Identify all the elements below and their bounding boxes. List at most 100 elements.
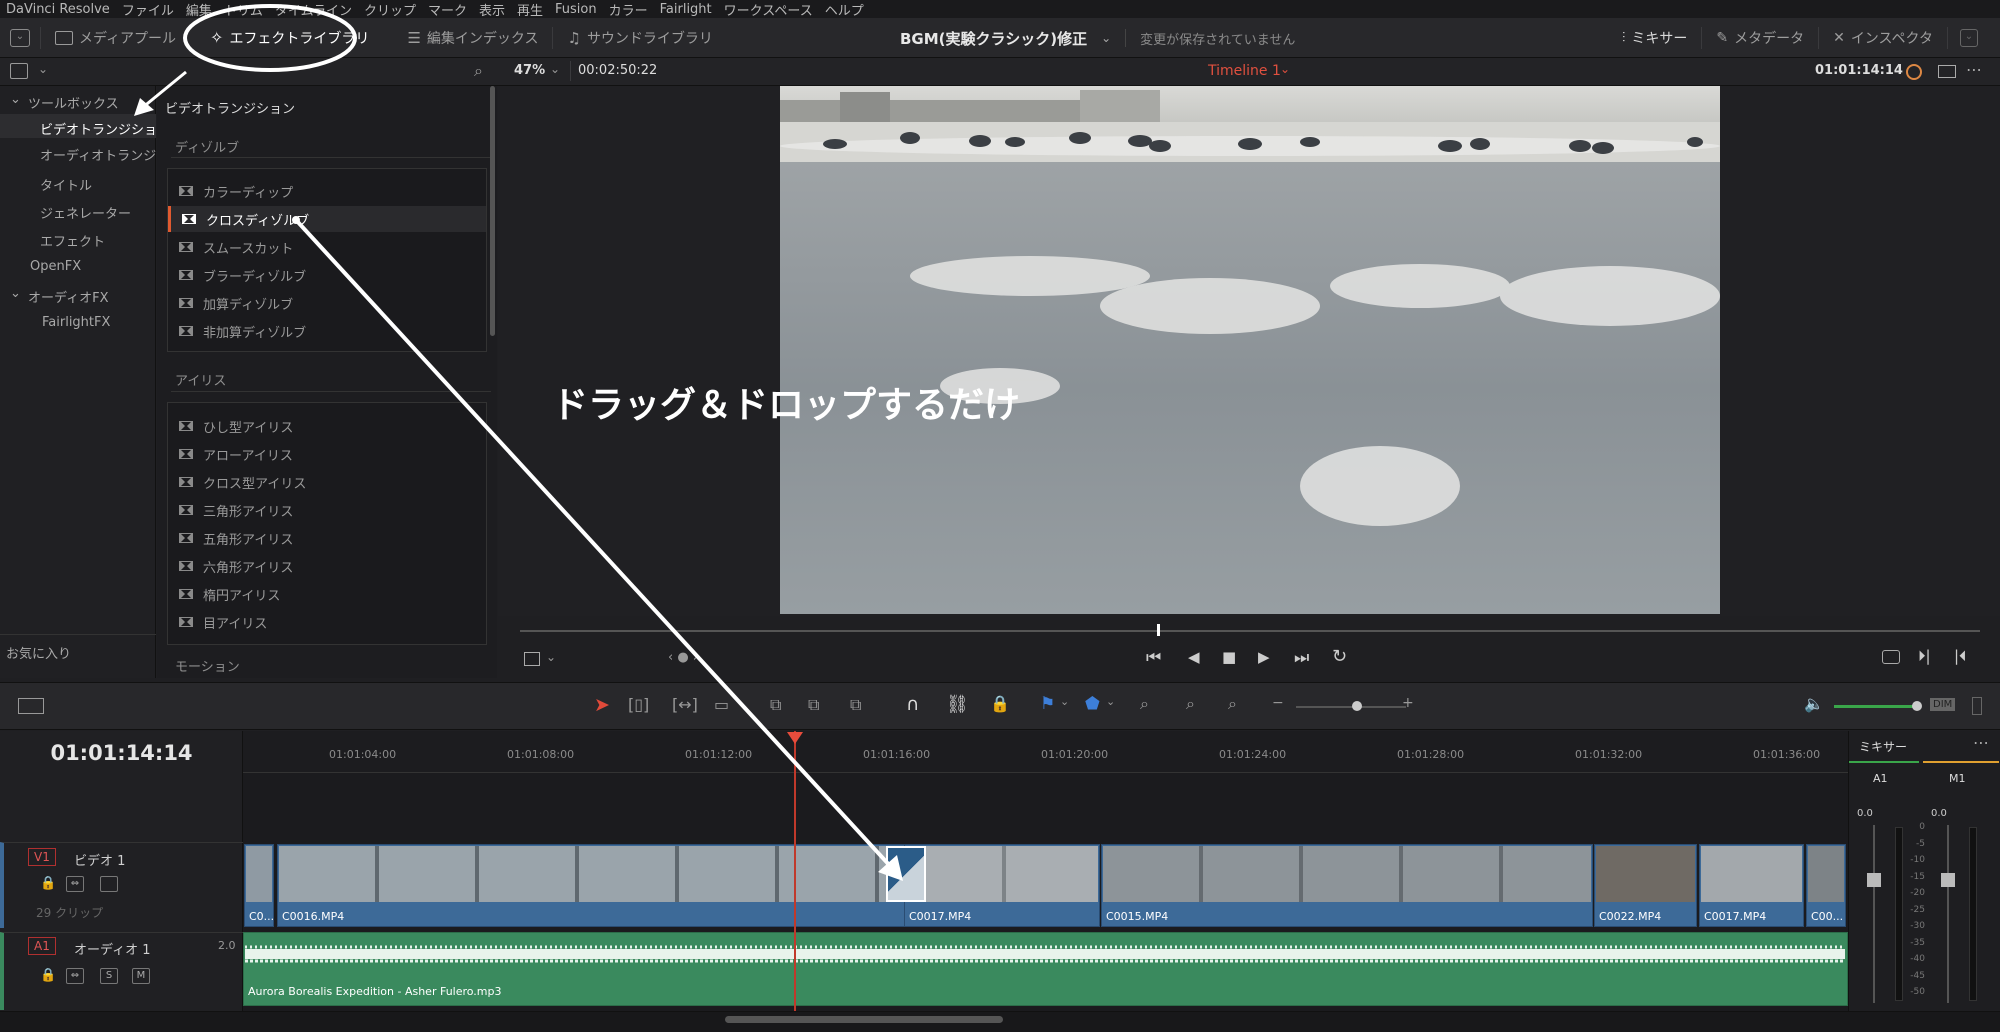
volume-handle[interactable] bbox=[1912, 701, 1922, 711]
viewer-scrub-bar[interactable] bbox=[520, 630, 1980, 632]
snapping-icon[interactable]: ∩ bbox=[906, 694, 919, 715]
play-reverse-icon[interactable]: ◀ bbox=[1188, 648, 1200, 666]
link-icon[interactable]: ⛓ bbox=[946, 694, 969, 715]
menu-mark[interactable]: マーク bbox=[422, 0, 473, 19]
crop-icon[interactable] bbox=[524, 652, 540, 666]
dim-button[interactable]: DIM bbox=[1930, 698, 1956, 711]
effect-item[interactable]: クロス型アイリス bbox=[179, 469, 497, 495]
timeline-clip[interactable]: C0016.MP4 bbox=[277, 844, 905, 927]
next-edit-icon[interactable]: ⏵| bbox=[1918, 647, 1931, 665]
playhead-handle[interactable] bbox=[787, 732, 803, 744]
zoom-level[interactable]: 47% bbox=[514, 63, 545, 78]
effect-item[interactable]: スムースカット bbox=[179, 234, 497, 260]
chevron-down-icon[interactable]: ⌄ bbox=[550, 62, 560, 76]
go-to-start-icon[interactable]: ⏮ bbox=[1146, 648, 1161, 668]
play-icon[interactable]: ▶ bbox=[1258, 648, 1270, 666]
tree-item-titles[interactable]: タイトル bbox=[40, 175, 92, 194]
timeline-clip[interactable]: C0017.MP4 bbox=[904, 844, 1100, 927]
menu-view[interactable]: 表示 bbox=[473, 0, 511, 19]
menu-color[interactable]: カラー bbox=[603, 0, 654, 19]
trim-tool-icon[interactable]: [▯] bbox=[628, 695, 649, 714]
menu-app[interactable]: DaVinci Resolve bbox=[0, 2, 116, 17]
chevron-down-icon[interactable]: ⌄ bbox=[38, 62, 48, 76]
auto-select-icon[interactable]: ⇔ bbox=[66, 876, 84, 892]
fader-m1[interactable] bbox=[1941, 873, 1955, 887]
menu-help[interactable]: ヘルプ bbox=[819, 0, 870, 19]
zoom-out-icon[interactable]: − bbox=[1272, 695, 1284, 711]
more-options-icon[interactable]: ⋯ bbox=[1973, 733, 1989, 752]
match-frame-icon[interactable] bbox=[1882, 650, 1900, 664]
timeline-view-options-icon[interactable] bbox=[18, 698, 44, 714]
auto-select-icon[interactable]: ⇔ bbox=[66, 968, 84, 984]
chevron-down-icon[interactable]: ⌄ bbox=[546, 650, 556, 664]
timeline-name[interactable]: Timeline 1 bbox=[1208, 63, 1281, 79]
effect-item[interactable]: 六角形アイリス bbox=[179, 553, 497, 579]
workspace-toggle-button[interactable]: ⌄ bbox=[0, 18, 40, 58]
tree-item-generators[interactable]: ジェネレーター bbox=[40, 203, 131, 222]
timeline-clip[interactable]: C0015.MP4 bbox=[1101, 844, 1593, 927]
tree-item-effects[interactable]: エフェクト bbox=[40, 231, 105, 250]
tree-item-video-transitions[interactable]: ビデオトランジション bbox=[40, 119, 170, 138]
zoom-slider-handle[interactable] bbox=[1352, 701, 1362, 711]
zoom-custom-icon[interactable]: ⌕ bbox=[1228, 694, 1237, 714]
menu-clip[interactable]: クリップ bbox=[358, 0, 422, 19]
effect-item[interactable]: アローアイリス bbox=[179, 441, 497, 467]
mute-button[interactable]: M bbox=[132, 968, 150, 984]
tree-toolbox[interactable]: ツールボックス bbox=[28, 93, 119, 112]
chevron-down-icon[interactable]: ⌄ bbox=[1060, 695, 1069, 708]
color-wheel-icon[interactable] bbox=[1906, 64, 1922, 80]
menu-workspace[interactable]: ワークスペース bbox=[718, 0, 819, 19]
timeline-clip[interactable]: C0017.MP4 bbox=[1699, 844, 1804, 927]
zoom-detail-icon[interactable]: ⌕ bbox=[1186, 694, 1195, 714]
menu-timeline[interactable]: タイムライン bbox=[269, 0, 358, 19]
dual-viewer-icon[interactable] bbox=[1938, 65, 1956, 78]
disable-video-icon[interactable] bbox=[100, 876, 118, 892]
solo-button[interactable]: S bbox=[100, 968, 118, 984]
tree-item-openfx[interactable]: OpenFX bbox=[30, 259, 81, 274]
stop-icon[interactable]: ■ bbox=[1222, 648, 1236, 666]
tree-item-audiofx[interactable]: オーディオFX bbox=[28, 287, 108, 306]
chevron-down-icon[interactable]: ⌄ bbox=[1280, 62, 1290, 76]
timeline-playhead[interactable] bbox=[794, 731, 796, 1013]
volume-slider[interactable] bbox=[1834, 705, 1918, 708]
chevron-down-icon[interactable]: ⌄ bbox=[10, 92, 21, 107]
blade-tool-icon[interactable]: ▭ bbox=[714, 695, 729, 714]
zoom-full-icon[interactable]: ⌕ bbox=[1140, 694, 1149, 714]
zoom-slider[interactable] bbox=[1296, 706, 1406, 708]
marker-icon[interactable]: ⬟ bbox=[1085, 694, 1100, 714]
sound-library-button[interactable]: ♫ サウンドライブラリ bbox=[553, 18, 726, 58]
inspector-button[interactable]: ✕ インスペクタ bbox=[1819, 18, 1947, 58]
chevron-down-icon[interactable]: ⌄ bbox=[1106, 695, 1115, 708]
speaker-icon[interactable]: 🔈 bbox=[1804, 694, 1824, 713]
timeline-ruler[interactable]: 01:01:04:00 01:01:08:00 01:01:12:00 01:0… bbox=[243, 731, 1848, 773]
go-to-end-icon[interactable]: ⏭ bbox=[1294, 648, 1309, 668]
lock-icon[interactable]: 🔒 bbox=[40, 876, 56, 891]
tree-item-fairlightfx[interactable]: FairlightFX bbox=[42, 315, 110, 330]
chevron-down-icon[interactable]: ⌄ bbox=[10, 286, 21, 301]
clip-nav-icon[interactable]: ‹ ● › bbox=[668, 650, 698, 665]
effect-item[interactable]: 五角形アイリス bbox=[179, 525, 497, 551]
effect-item[interactable]: ブラーディゾルブ bbox=[179, 262, 497, 288]
effect-item-selected[interactable]: クロスディゾルブ bbox=[168, 206, 486, 232]
timeline-scrollbar[interactable] bbox=[725, 1016, 1003, 1023]
effect-item[interactable]: 非加算ディゾルブ bbox=[179, 318, 497, 344]
tree-item-audio-transitions[interactable]: オーディオトランジ... bbox=[40, 145, 169, 164]
chevron-down-icon[interactable]: ⌄ bbox=[1101, 31, 1111, 45]
menu-file[interactable]: ファイル bbox=[116, 0, 180, 19]
toolbar-overflow-button[interactable]: ⌄ bbox=[1948, 18, 1990, 58]
fader-a1[interactable] bbox=[1867, 873, 1881, 887]
a1-track-name[interactable]: オーディオ 1 bbox=[74, 939, 151, 958]
replace-clip-icon[interactable]: ⧉ bbox=[850, 695, 861, 715]
effect-item[interactable]: 目アイリス bbox=[179, 609, 497, 635]
more-options-icon[interactable]: ⋯ bbox=[1966, 60, 1982, 79]
effect-item[interactable]: カラーディップ bbox=[179, 178, 497, 204]
favorites-label[interactable]: お気に入り bbox=[6, 643, 71, 662]
flag-icon[interactable]: ⚑ bbox=[1040, 694, 1055, 714]
search-icon[interactable]: ⌕ bbox=[474, 61, 483, 81]
lock-icon[interactable]: 🔒 bbox=[40, 968, 56, 983]
selection-tool-icon[interactable]: ➤ bbox=[594, 694, 610, 716]
scrub-playhead[interactable] bbox=[1157, 624, 1160, 636]
effect-item[interactable]: 三角形アイリス bbox=[179, 497, 497, 523]
effect-item[interactable]: 加算ディゾルブ bbox=[179, 290, 497, 316]
mixer-button[interactable]: ⫶ ミキサー bbox=[1608, 18, 1702, 58]
